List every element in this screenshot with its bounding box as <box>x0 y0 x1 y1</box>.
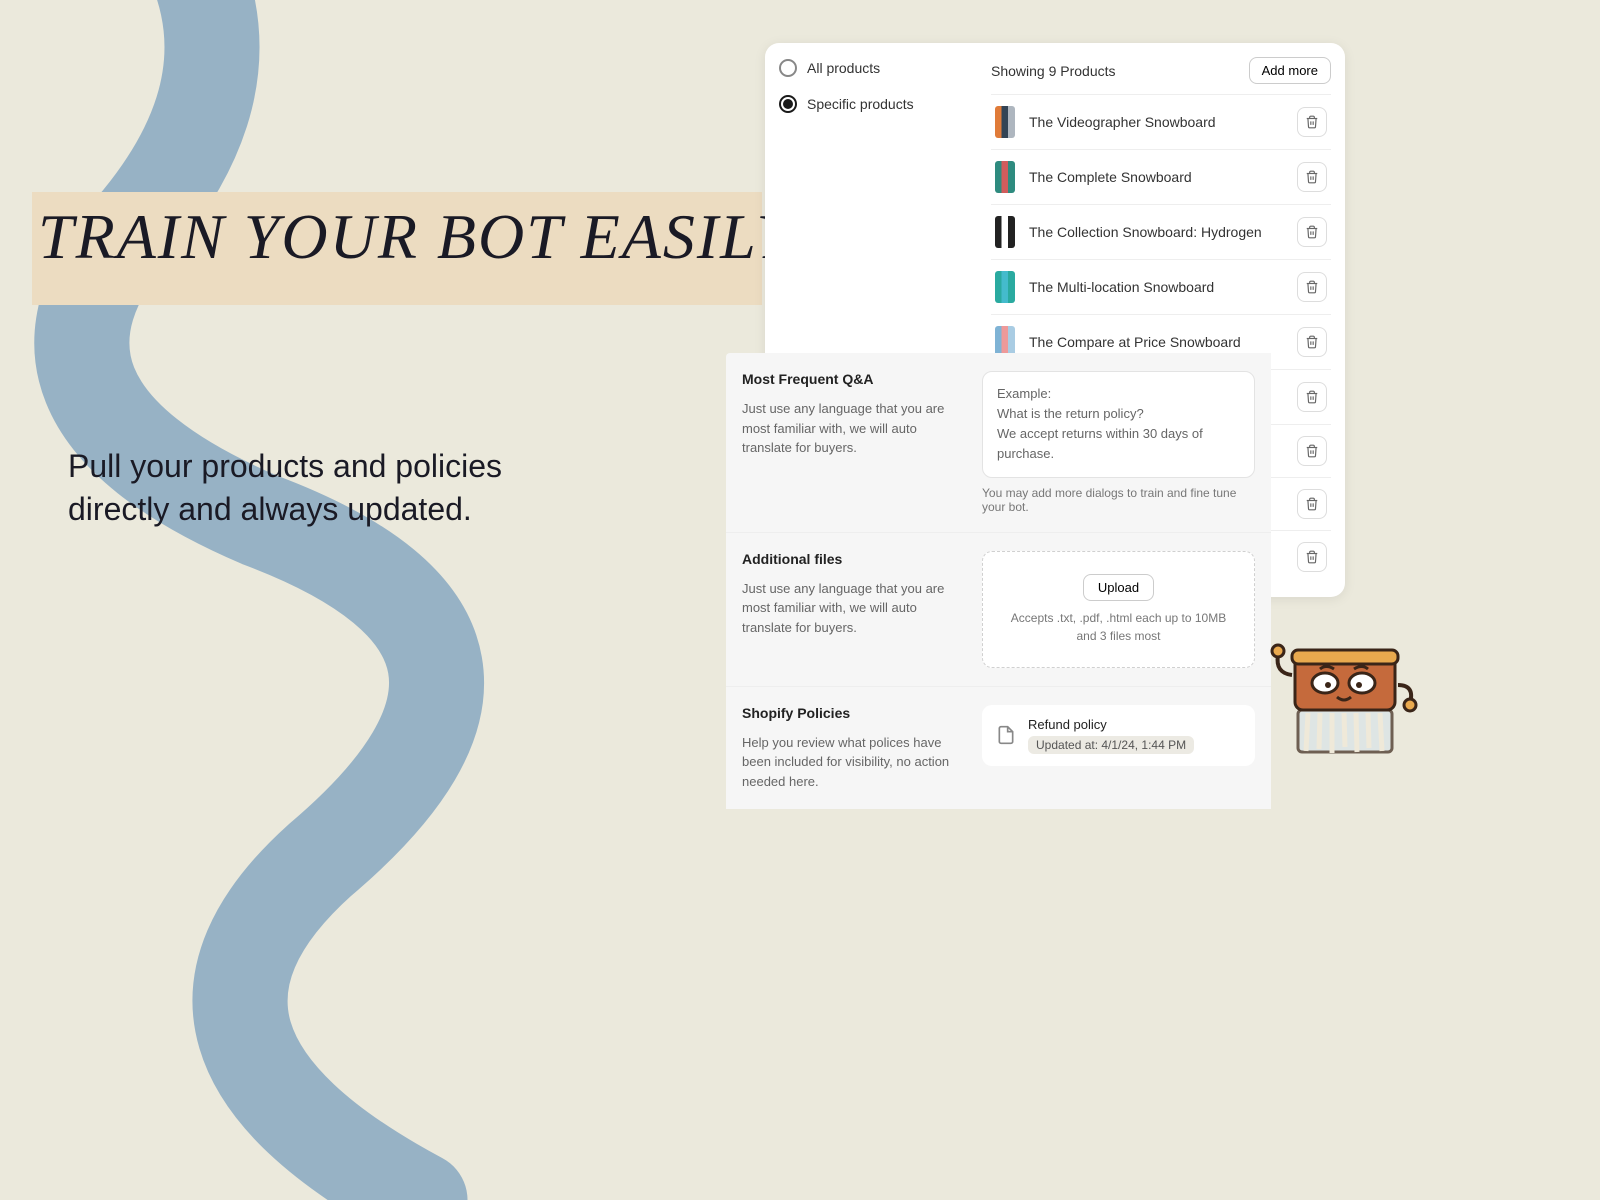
qa-hint: You may add more dialogs to train and fi… <box>982 486 1255 514</box>
delete-product-button[interactable] <box>1297 436 1327 466</box>
files-section-title: Additional files <box>742 551 962 567</box>
product-name: The Complete Snowboard <box>1029 169 1283 185</box>
trash-icon <box>1305 115 1319 129</box>
product-thumb <box>995 271 1015 303</box>
delete-product-button[interactable] <box>1297 107 1327 137</box>
delete-product-button[interactable] <box>1297 382 1327 412</box>
trash-icon <box>1305 170 1319 184</box>
policy-updated-badge: Updated at: 4/1/24, 1:44 PM <box>1028 736 1194 754</box>
product-name: The Videographer Snowboard <box>1029 114 1283 130</box>
delete-product-button[interactable] <box>1297 489 1327 519</box>
product-row: The Videographer Snowboard <box>991 94 1331 149</box>
radio-icon <box>779 95 797 113</box>
upload-button[interactable]: Upload <box>1083 574 1154 601</box>
product-thumb <box>995 161 1015 193</box>
radio-label: All products <box>807 60 880 76</box>
delete-product-button[interactable] <box>1297 272 1327 302</box>
radio-label: Specific products <box>807 96 914 112</box>
qa-example-question: What is the return policy? <box>997 404 1240 424</box>
promo-headline: TRAIN YOUR BOT EASILY <box>38 200 794 274</box>
config-panel: Most Frequent Q&A Just use any language … <box>726 353 1271 809</box>
radio-all-products[interactable]: All products <box>779 59 979 77</box>
policies-section-title: Shopify Policies <box>742 705 962 721</box>
trash-icon <box>1305 335 1319 349</box>
trash-icon <box>1305 280 1319 294</box>
delete-product-button[interactable] <box>1297 217 1327 247</box>
product-name: The Collection Snowboard: Hydrogen <box>1029 224 1283 240</box>
trash-icon <box>1305 225 1319 239</box>
upload-dropzone[interactable]: Upload Accepts .txt, .pdf, .html each up… <box>982 551 1255 668</box>
delete-product-button[interactable] <box>1297 162 1327 192</box>
qa-example-answer: We accept returns within 30 days of purc… <box>997 424 1240 464</box>
product-row: The Collection Snowboard: Hydrogen <box>991 204 1331 259</box>
product-name: The Multi-location Snowboard <box>1029 279 1283 295</box>
trash-icon <box>1305 444 1319 458</box>
qa-section-desc: Just use any language that you are most … <box>742 399 952 458</box>
delete-product-button[interactable] <box>1297 542 1327 572</box>
qa-section-title: Most Frequent Q&A <box>742 371 962 387</box>
product-thumb <box>995 106 1015 138</box>
shredder-mascot-icon <box>1270 625 1420 765</box>
policy-name: Refund policy <box>1028 717 1194 732</box>
delete-product-button[interactable] <box>1297 327 1327 357</box>
qa-example-label: Example: <box>997 384 1240 404</box>
product-thumb <box>995 216 1015 248</box>
trash-icon <box>1305 550 1319 564</box>
product-row: The Multi-location Snowboard <box>991 259 1331 314</box>
trash-icon <box>1305 497 1319 511</box>
qa-example-box[interactable]: Example: What is the return policy? We a… <box>982 371 1255 478</box>
file-icon <box>996 725 1016 745</box>
products-count: Showing 9 Products <box>991 63 1116 79</box>
product-name: The Compare at Price Snowboard <box>1029 334 1283 350</box>
policies-section-desc: Help you review what polices have been i… <box>742 733 952 792</box>
add-more-button[interactable]: Add more <box>1249 57 1331 84</box>
radio-icon <box>779 59 797 77</box>
upload-hint: Accepts .txt, .pdf, .html each up to 10M… <box>1001 609 1236 645</box>
trash-icon <box>1305 390 1319 404</box>
product-row: The Complete Snowboard <box>991 149 1331 204</box>
files-section-desc: Just use any language that you are most … <box>742 579 952 638</box>
promo-subhead: Pull your products and policies directly… <box>68 445 568 531</box>
policy-card: Refund policy Updated at: 4/1/24, 1:44 P… <box>982 705 1255 766</box>
radio-specific-products[interactable]: Specific products <box>779 95 979 113</box>
